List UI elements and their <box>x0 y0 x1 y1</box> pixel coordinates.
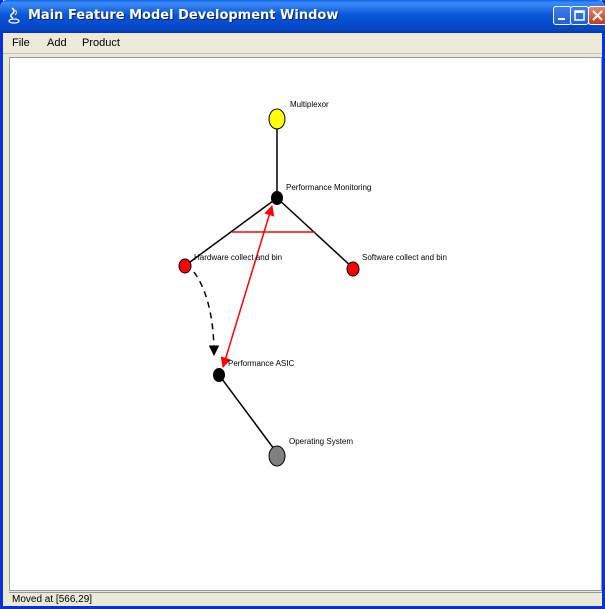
window-title: Main Feature Model Development Window <box>28 8 339 23</box>
close-icon <box>592 10 603 21</box>
edge-performance-monitoring-software[interactable] <box>276 197 354 269</box>
node-hardware-collect-label: Hardware collect and bin <box>194 253 282 262</box>
menu-product[interactable]: Product <box>82 37 120 49</box>
node-performance-asic-label: Performance ASIC <box>228 359 294 368</box>
title-bar[interactable]: Main Feature Model Development Window <box>0 0 605 33</box>
feature-model-canvas[interactable]: Multiplexor Performance Monitoring Hardw… <box>9 57 602 591</box>
node-hardware-collect[interactable]: Hardware collect and bin <box>178 253 282 274</box>
node-software-collect-label: Software collect and bin <box>362 253 447 262</box>
edge-asic-operating-system[interactable] <box>218 374 278 454</box>
status-text: Moved at [566,29] <box>12 594 93 605</box>
node-performance-monitoring[interactable]: Performance Monitoring <box>271 183 371 205</box>
main-window: Main Feature Model Development Window Fi… <box>0 0 605 609</box>
node-multiplexor-label: Multiplexor <box>290 100 329 109</box>
menu-bar: File Add Product <box>3 33 602 54</box>
node-performance-asic-circle[interactable] <box>213 368 225 382</box>
feature-diagram[interactable]: Multiplexor Performance Monitoring Hardw… <box>10 58 601 590</box>
maximize-icon <box>574 10 585 21</box>
minimize-icon <box>558 18 565 20</box>
node-operating-system-circle[interactable] <box>268 445 286 467</box>
dependency-edge-hardware-asic[interactable] <box>193 271 220 357</box>
java-icon <box>8 7 20 24</box>
menu-add[interactable]: Add <box>47 37 67 49</box>
node-operating-system-label: Operating System <box>289 437 353 446</box>
node-performance-monitoring-label: Performance Monitoring <box>286 183 371 192</box>
node-performance-asic[interactable]: Performance ASIC <box>213 359 294 382</box>
node-hardware-collect-circle[interactable] <box>178 258 192 274</box>
menu-file[interactable]: File <box>12 37 30 49</box>
node-multiplexor-circle[interactable] <box>268 108 286 130</box>
status-bar: Moved at [566,29] <box>9 592 602 606</box>
node-multiplexor[interactable]: Multiplexor <box>268 100 329 130</box>
node-operating-system[interactable]: Operating System <box>268 437 353 467</box>
node-software-collect[interactable]: Software collect and bin <box>346 253 447 277</box>
node-performance-monitoring-circle[interactable] <box>271 191 283 205</box>
constraint-edge-monitoring-asic[interactable] <box>220 204 275 369</box>
node-software-collect-circle[interactable] <box>346 261 360 277</box>
maximize-button[interactable] <box>570 6 589 25</box>
close-button[interactable] <box>588 6 605 25</box>
